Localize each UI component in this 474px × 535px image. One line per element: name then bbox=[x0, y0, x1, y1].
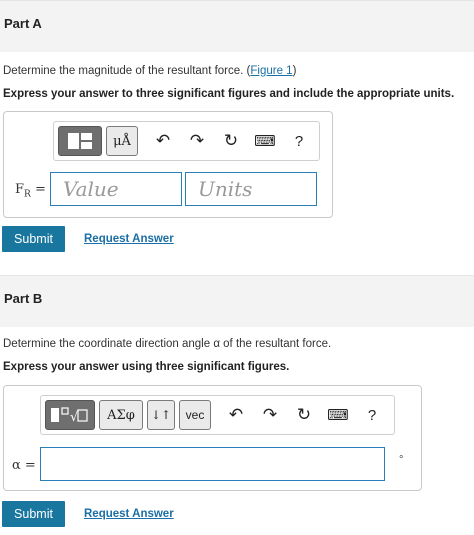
part-b-toolbar: √ ΑΣφ ↓↑ vec ↶ ↷ ↻ ⌨ ? bbox=[40, 395, 395, 435]
degree-unit: ° bbox=[399, 454, 404, 466]
keyboard-icon[interactable]: ⌨ bbox=[248, 126, 282, 156]
part-b-instruction: Express your answer using three signific… bbox=[3, 361, 290, 373]
part-a-toolbar: μÅ ↶ ↷ ↻ ⌨ ? bbox=[53, 121, 320, 161]
fr-label: FR = bbox=[15, 182, 46, 200]
template-icon: √ bbox=[51, 407, 88, 424]
part-a-submit-button[interactable]: Submit bbox=[2, 226, 65, 252]
part-b-title: Part B bbox=[4, 291, 43, 306]
keyboard-icon[interactable]: ⌨ bbox=[321, 400, 355, 430]
undo-icon[interactable]: ↶ bbox=[219, 400, 253, 430]
figure-link[interactable]: Figure 1 bbox=[250, 65, 292, 77]
part-b-prompt: Determine the coordinate direction angle… bbox=[3, 338, 332, 350]
help-icon[interactable]: ? bbox=[355, 400, 389, 430]
part-b-request-answer[interactable]: Request Answer bbox=[84, 508, 174, 520]
value-input[interactable]: Value bbox=[50, 172, 182, 206]
template-button[interactable] bbox=[58, 126, 102, 156]
part-a-prompt: Determine the magnitude of the resultant… bbox=[3, 65, 297, 77]
part-b-submit-button[interactable]: Submit bbox=[2, 501, 65, 527]
greek-button[interactable]: ΑΣφ bbox=[99, 400, 143, 430]
redo-icon[interactable]: ↷ bbox=[253, 400, 287, 430]
template-sqrt-button[interactable]: √ bbox=[45, 400, 95, 430]
alpha-input[interactable] bbox=[40, 447, 385, 481]
alpha-label: α = bbox=[12, 458, 36, 473]
reset-icon[interactable]: ↻ bbox=[287, 400, 321, 430]
undo-icon[interactable]: ↶ bbox=[146, 126, 180, 156]
units-button[interactable]: μÅ bbox=[106, 126, 138, 156]
part-a-title: Part A bbox=[4, 16, 42, 31]
part-a-request-answer[interactable]: Request Answer bbox=[84, 233, 174, 245]
part-a-instruction: Express your answer to three significant… bbox=[3, 88, 455, 100]
part-b-header: Part B bbox=[0, 275, 474, 327]
units-input[interactable]: Units bbox=[185, 172, 317, 206]
vec-button[interactable]: vec bbox=[179, 400, 211, 430]
part-b-answer-box: √ ΑΣφ ↓↑ vec ↶ ↷ ↻ ⌨ ? α = ° bbox=[3, 385, 422, 491]
help-icon[interactable]: ? bbox=[282, 126, 316, 156]
part-a-header: Part A bbox=[0, 0, 474, 52]
arrows-button[interactable]: ↓↑ bbox=[147, 400, 175, 430]
reset-icon[interactable]: ↻ bbox=[214, 126, 248, 156]
redo-icon[interactable]: ↷ bbox=[180, 126, 214, 156]
part-a-answer-box: μÅ ↶ ↷ ↻ ⌨ ? FR = Value Units bbox=[3, 111, 333, 218]
template-icon bbox=[68, 133, 92, 149]
